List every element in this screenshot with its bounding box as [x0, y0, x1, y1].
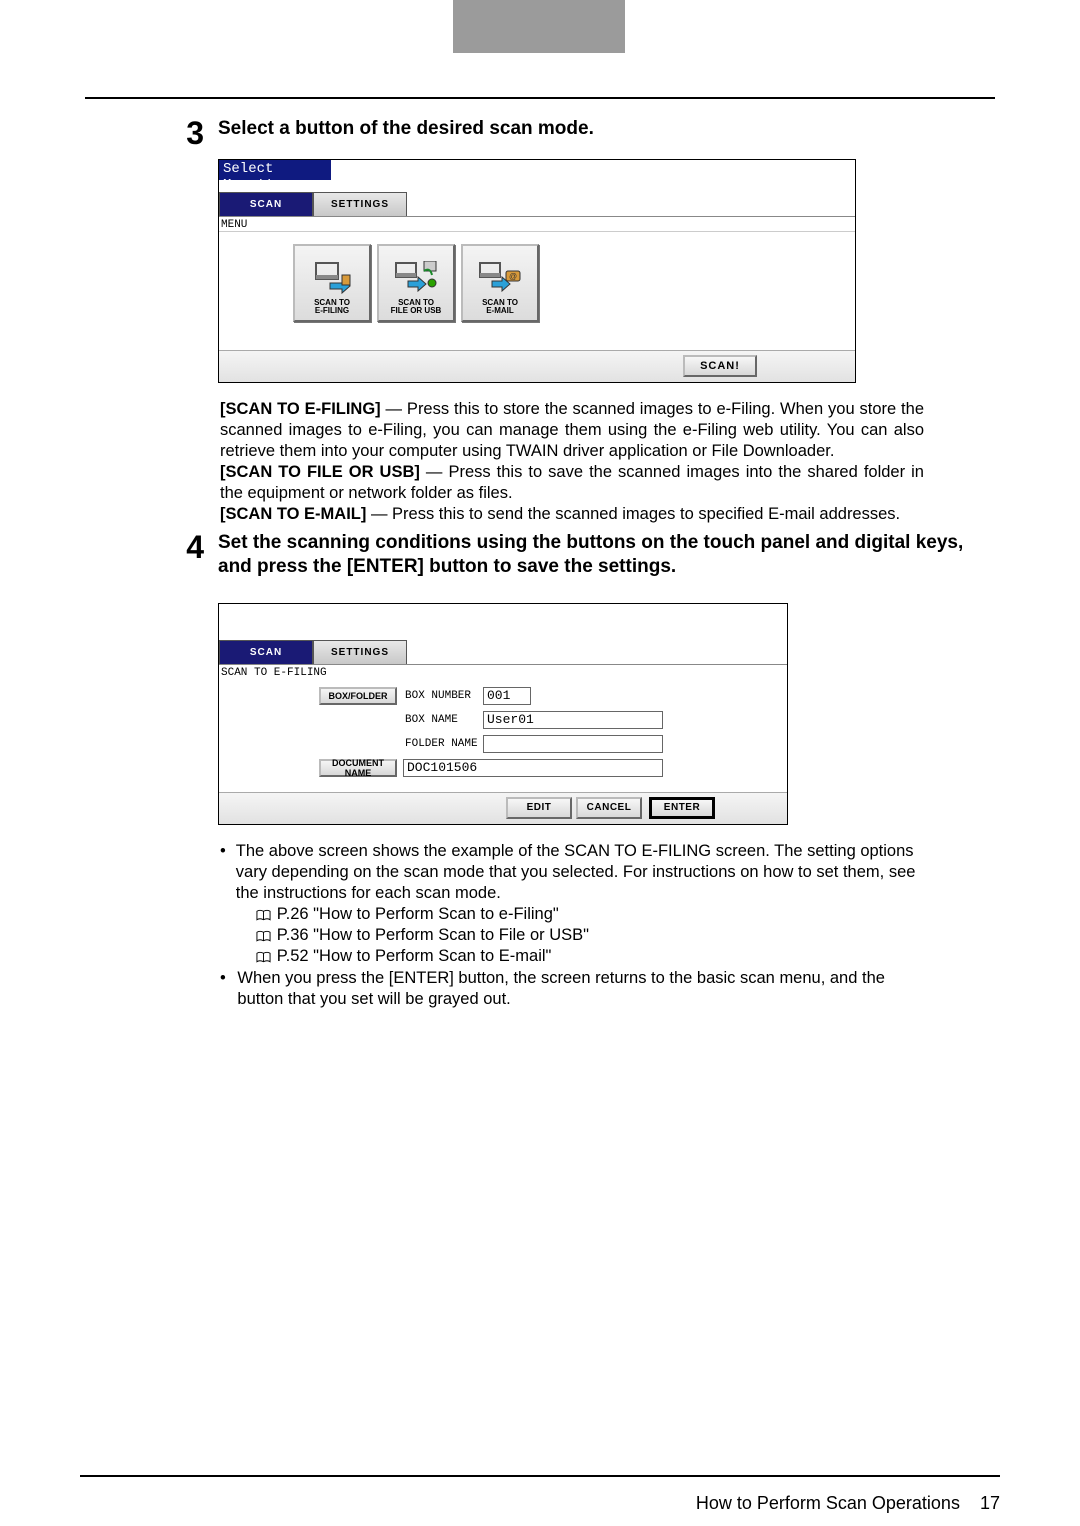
book-icon: [256, 909, 271, 921]
tab-settings-2[interactable]: SETTINGS: [313, 640, 407, 664]
screenshot1-footer: SCAN!: [219, 350, 855, 382]
box-number-label: BOX NUMBER :: [405, 690, 491, 702]
box-name-label: BOX NAME :: [405, 714, 491, 726]
mode3-l2: E-MAIL: [486, 306, 514, 315]
box-number-field[interactable]: 001: [483, 687, 531, 705]
bullet-1-text: The above screen shows the example of th…: [236, 842, 916, 902]
window-titlebar: Select Menu!!: [219, 160, 331, 180]
ref-2-text: P.36 "How to Perform Scan to File or USB…: [277, 925, 589, 946]
desc-fileusb: [SCAN TO FILE OR USB] — Press this to sa…: [220, 462, 924, 504]
efiling-icon: [312, 261, 352, 295]
scan-to-efiling-button[interactable]: SCAN TOE-FILING: [293, 244, 371, 322]
scan-to-email-button[interactable]: @ SCAN TOE-MAIL: [461, 244, 539, 322]
desc-efiling: [SCAN TO E-FILING] — Press this to store…: [220, 399, 924, 462]
tab-row: SCAN SETTINGS: [219, 186, 855, 216]
scan-to-file-usb-button[interactable]: SCAN TOFILE OR USB: [377, 244, 455, 322]
submenu-label: MENU: [219, 216, 855, 231]
page-footer: How to Perform Scan Operations 17: [80, 1475, 1000, 1514]
desc-email-bold: [SCAN TO E-MAIL]: [220, 505, 366, 523]
step-3-number: 3: [178, 117, 204, 399]
step-4-number: 4: [178, 531, 204, 841]
ref-1: P.26 "How to Perform Scan to e-Filing": [256, 904, 924, 925]
mode2-l2: FILE OR USB: [391, 306, 442, 315]
document-name-button[interactable]: DOCUMENT NAME: [319, 759, 397, 777]
enter-button[interactable]: ENTER: [649, 797, 715, 819]
ref-3: P.52 "How to Perform Scan to E-mail": [256, 946, 924, 967]
screenshot2-footer: EDIT CANCEL ENTER: [219, 792, 787, 824]
step-3: 3 Select a button of the desired scan mo…: [178, 117, 1000, 399]
desc-efiling-bold: [SCAN TO E-FILING]: [220, 400, 381, 418]
footer-text: How to Perform Scan Operations: [696, 1493, 960, 1513]
document-name-field[interactable]: DOC101506: [403, 759, 663, 777]
svg-text:@: @: [509, 272, 517, 281]
scan-button[interactable]: SCAN!: [683, 355, 757, 377]
efiling-form-screenshot: SCAN SETTINGS SCAN TO E-FILING BOX/FOLDE…: [218, 603, 788, 825]
folder-name-label: FOLDER NAME :: [405, 738, 491, 750]
book-icon: [256, 951, 271, 963]
bullet-2: • When you press the [ENTER] button, the…: [220, 968, 924, 1010]
step4-bullets: • The above screen shows the example of …: [220, 841, 924, 1010]
step-3-title: Select a button of the desired scan mode…: [218, 117, 1000, 141]
edit-button[interactable]: EDIT: [506, 797, 572, 819]
tab-scan-2[interactable]: SCAN: [219, 640, 313, 664]
ref-1-text: P.26 "How to Perform Scan to e-Filing": [277, 904, 559, 925]
top-grey-block: [453, 0, 625, 53]
bullet-2-text: When you press the [ENTER] button, the s…: [237, 968, 924, 1010]
mode1-l2: E-FILING: [315, 306, 349, 315]
footer-page: 17: [980, 1493, 1000, 1513]
tab-row-2: SCAN SETTINGS: [219, 634, 787, 664]
bullet-1: • The above screen shows the example of …: [220, 841, 924, 968]
desc-email-text: — Press this to send the scanned images …: [366, 505, 900, 523]
folder-name-field[interactable]: [483, 735, 663, 753]
efiling-form: BOX/FOLDER BOX NUMBER : 001 BOX NAME : U…: [219, 681, 787, 799]
file-usb-icon: [394, 261, 438, 295]
box-name-field[interactable]: User01: [483, 711, 663, 729]
desc-email: [SCAN TO E-MAIL] — Press this to send th…: [220, 504, 924, 525]
top-rule: [85, 97, 995, 99]
tab-settings[interactable]: SETTINGS: [313, 192, 407, 216]
step-4: 4 Set the scanning conditions using the …: [178, 531, 1000, 841]
box-folder-button[interactable]: BOX/FOLDER: [319, 687, 397, 705]
submenu-label-2: SCAN TO E-FILING: [219, 664, 787, 681]
book-icon: [256, 930, 271, 942]
email-icon: @: [478, 261, 522, 295]
cancel-button[interactable]: CANCEL: [576, 797, 642, 819]
top-margin: [0, 0, 1080, 53]
ref-3-text: P.52 "How to Perform Scan to E-mail": [277, 946, 552, 967]
step-4-title: Set the scanning conditions using the bu…: [218, 531, 1000, 579]
ref-2: P.36 "How to Perform Scan to File or USB…: [256, 925, 924, 946]
desc-fileusb-bold: [SCAN TO FILE OR USB]: [220, 463, 420, 481]
tab-scan[interactable]: SCAN: [219, 192, 313, 216]
scan-mode-screenshot: Select Menu!! SCAN SETTINGS MENU SCA: [218, 159, 856, 383]
